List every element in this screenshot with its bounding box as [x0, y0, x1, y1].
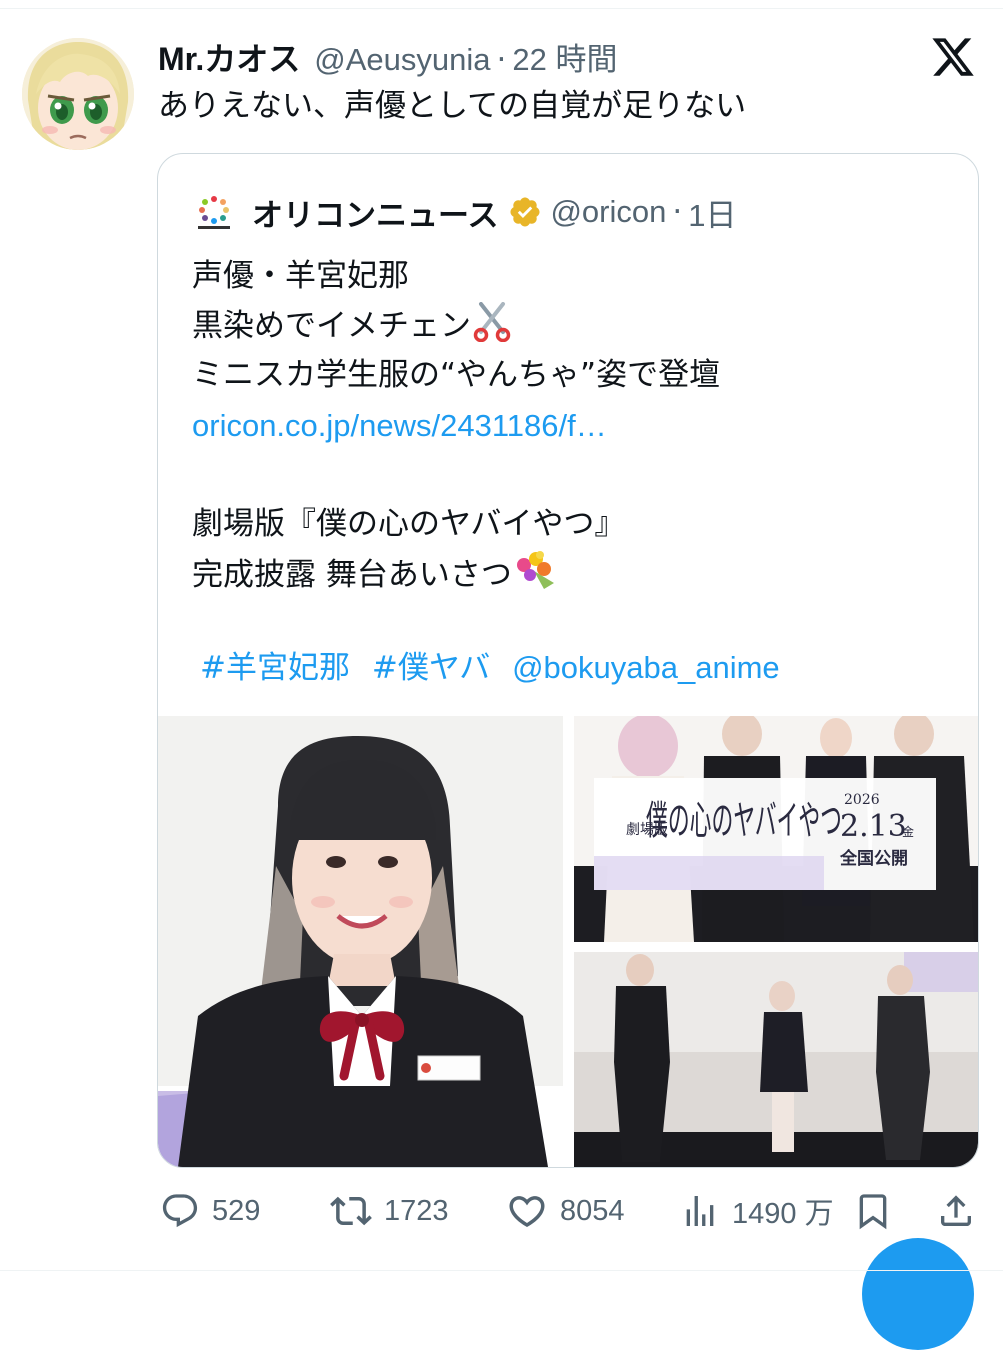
- poster-title: 僕の心のヤバイやつ: [646, 798, 842, 844]
- avatar-image: [22, 38, 134, 150]
- compose-fab-button[interactable]: [862, 1238, 974, 1350]
- media-image-top-right[interactable]: 劇場版 僕の心のヤバイやつ 2026 2.13 金 全国公開: [574, 716, 978, 942]
- quote-line-text: 完成披露 舞台あいさつ: [192, 557, 512, 593]
- repost-button[interactable]: 1723: [330, 1188, 449, 1234]
- quote-display-name[interactable]: オリコンニュース: [252, 190, 498, 235]
- quote-separator-dot: ·: [672, 194, 683, 230]
- verified-badge-icon[interactable]: [508, 195, 542, 229]
- views-count: 1490 万: [732, 1198, 834, 1230]
- mention-link[interactable]: @bokuyaba_anime: [512, 650, 780, 685]
- action-bar: 529 1723 8054 1490 万: [0, 1188, 1003, 1234]
- like-button[interactable]: 8054: [506, 1188, 625, 1234]
- quote-line-text: 黒染めでイメチェン: [192, 307, 471, 344]
- quote-text: 声優・羊宮妃那 黒染めでイメチェン ミニスカ学生服の“やんちゃ”姿で登壇 ori…: [192, 252, 720, 599]
- reply-button[interactable]: 529: [160, 1188, 260, 1234]
- cast-with-poster-photo: 劇場版 僕の心のヤバイやつ 2026 2.13 金 全国公開: [574, 716, 978, 942]
- media-grid: 劇場版 僕の心のヤバイやつ 2026 2.13 金 全国公開: [158, 716, 978, 1167]
- media-image-main[interactable]: [158, 716, 563, 1167]
- quote-header: オリコンニュース @oricon · 1日: [194, 188, 736, 236]
- like-icon: [509, 1196, 545, 1228]
- article-link[interactable]: oricon.co.jp/news/2431186/f…: [192, 401, 720, 451]
- media-image-bottom-right[interactable]: [574, 952, 978, 1167]
- hashtag-link[interactable]: #羊宮妃那: [200, 650, 350, 686]
- bottom-divider: [0, 1270, 1003, 1271]
- like-count: 8054: [560, 1194, 625, 1227]
- bouquet-icon: [516, 551, 554, 589]
- quote-time[interactable]: 1日: [688, 190, 736, 235]
- scissors-icon: [473, 301, 511, 342]
- quote-line-empty: [192, 450, 720, 500]
- avatar[interactable]: [22, 38, 134, 150]
- poster-year: 2026: [844, 792, 880, 808]
- poster-weekday: 金: [902, 824, 914, 839]
- repost-count: 1723: [384, 1194, 449, 1227]
- oricon-logo-icon: [198, 196, 230, 229]
- quote-line: 劇場版『僕の心のヤバイやつ』: [192, 505, 626, 542]
- share-button[interactable]: [936, 1188, 976, 1234]
- tweet-text: ありえない、声優としての自覚が足りない: [158, 88, 747, 124]
- stage-greeting-photo: [574, 952, 978, 1167]
- actress-photo: [158, 716, 563, 1167]
- quote-line: 声優・羊宮妃那: [192, 258, 409, 294]
- hashtag-link[interactable]: #僕ヤバ: [372, 650, 490, 686]
- quote-line: ミニスカ学生服の“やんちゃ”姿で登壇: [192, 357, 721, 393]
- repost-icon: [330, 1196, 372, 1226]
- poster-date: 2.13: [840, 809, 907, 844]
- views-button[interactable]: 1490 万: [680, 1188, 834, 1234]
- user-handle[interactable]: @Aeusyunia: [314, 42, 490, 78]
- separator-dot: ·: [496, 42, 507, 78]
- quoted-tweet[interactable]: オリコンニュース @oricon · 1日 声優・羊宮妃那 黒染めでイメチェン …: [157, 153, 979, 1168]
- share-icon: [941, 1195, 971, 1226]
- tweet-time[interactable]: 22 時間: [512, 34, 617, 79]
- top-divider: [0, 8, 1003, 9]
- x-logo-icon[interactable]: [930, 34, 976, 80]
- bookmark-button[interactable]: [853, 1188, 893, 1234]
- quote-line: 黒染めでイメチェン: [192, 301, 720, 352]
- hashtags: #羊宮妃那 #僕ヤバ @bokuyaba_anime: [200, 646, 792, 690]
- poster-release: 全国公開: [839, 848, 908, 869]
- reply-count: 529: [212, 1194, 261, 1227]
- views-icon: [686, 1196, 714, 1226]
- reply-icon: [162, 1194, 198, 1228]
- quote-line: 完成披露 舞台あいさつ: [192, 549, 720, 599]
- bookmark-icon: [859, 1194, 887, 1230]
- quote-handle[interactable]: @oricon: [550, 194, 666, 230]
- tweet-header: Mr.カオス @Aeusyunia · 22 時間: [158, 34, 617, 78]
- display-name[interactable]: Mr.カオス: [158, 34, 300, 80]
